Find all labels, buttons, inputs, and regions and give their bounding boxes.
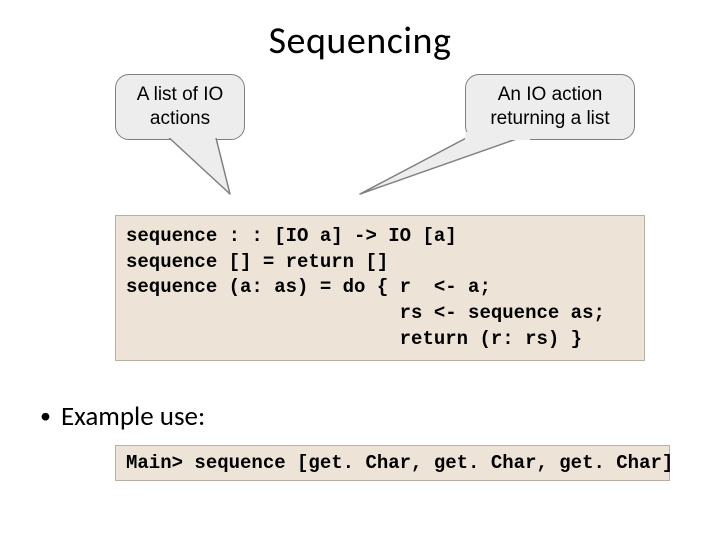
callout-left-text: A list of IO actions — [137, 84, 224, 129]
callout-tail-left-icon — [160, 134, 260, 199]
callouts-area: A list of IO actions An IO action return… — [0, 64, 720, 194]
bullet-text: Example use: — [61, 400, 205, 433]
callout-left: A list of IO actions — [115, 74, 245, 140]
bullet-dot-icon: • — [40, 402, 51, 429]
slide-title: Sequencing — [0, 0, 720, 64]
slide: Sequencing A list of IO actions An IO ac… — [0, 0, 720, 540]
callout-right-text: An IO action returning a list — [490, 84, 609, 129]
callout-tail-right-icon — [350, 136, 530, 201]
code-example: Main> sequence [get. Char, get. Char, ge… — [115, 445, 670, 481]
callout-right: An IO action returning a list — [465, 74, 635, 140]
bullet-row: • Example use: — [40, 400, 205, 433]
code-main: sequence : : [IO a] -> IO [a] sequence [… — [115, 215, 645, 361]
